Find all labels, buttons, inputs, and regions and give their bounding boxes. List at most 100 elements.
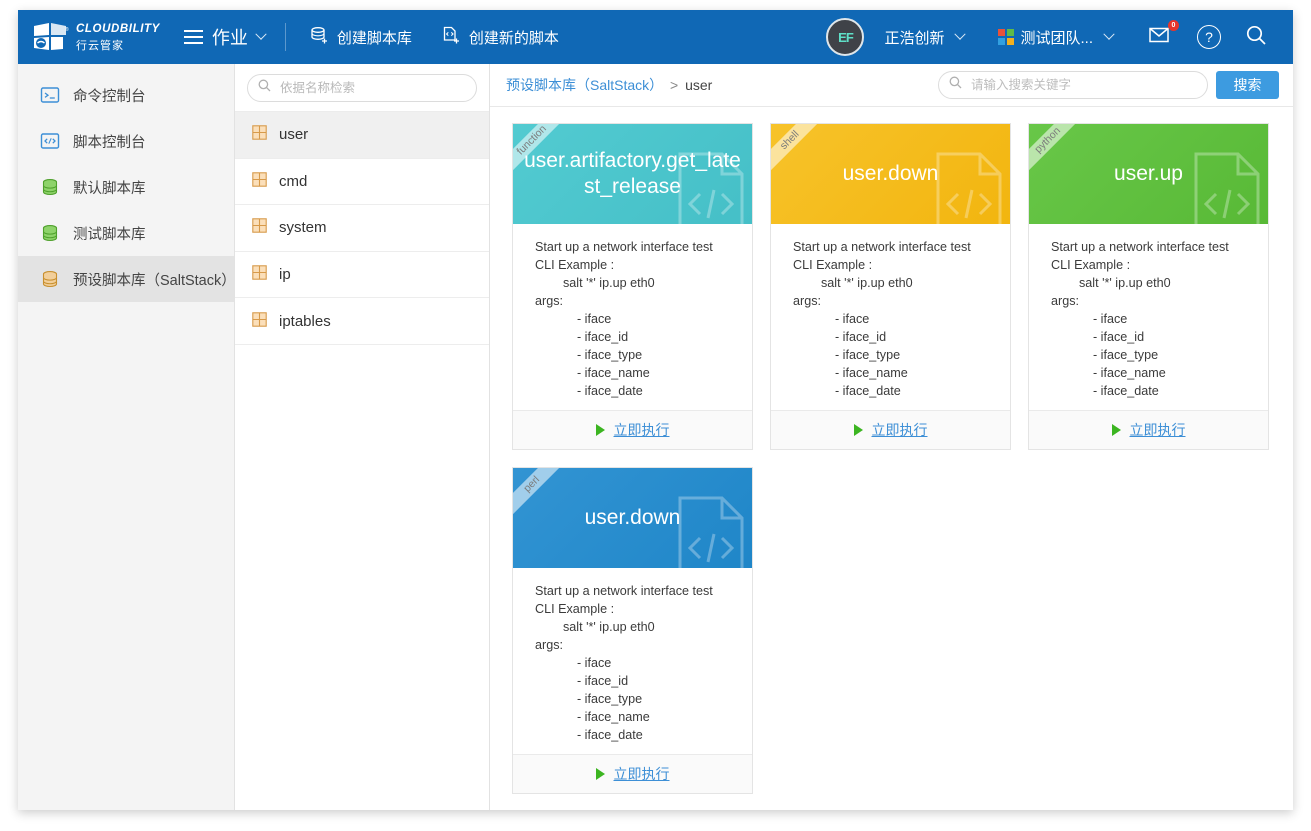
nav-job-label: 作业 — [212, 24, 248, 50]
card-title: user.down — [585, 505, 681, 531]
svg-text:®: ® — [65, 26, 69, 33]
question-mark-icon: ? — [1197, 25, 1221, 49]
keyword-search-box[interactable] — [938, 71, 1208, 99]
help-button[interactable]: ? — [1187, 19, 1231, 55]
run-now-label: 立即执行 — [614, 764, 670, 784]
run-now-button[interactable]: 立即执行 — [771, 410, 1010, 449]
mail-badge: 0 — [1168, 20, 1179, 31]
list-item-label: iptables — [279, 313, 331, 330]
group-search-container — [235, 64, 489, 112]
sidebar-item-preset-library-saltstack[interactable]: 预设脚本库（SaltStack） — [18, 256, 234, 302]
sidebar-item-default-library[interactable]: 默认脚本库 — [18, 164, 234, 210]
team-name-label: 测试团队... — [1020, 27, 1093, 48]
list-item-cmd[interactable]: cmd — [235, 159, 489, 206]
create-script-library-label: 创建脚本库 — [337, 27, 412, 48]
card-header: perl user.down — [513, 468, 752, 568]
avatar-initials: EF — [838, 30, 853, 45]
sidebar-item-test-library[interactable]: 测试脚本库 — [18, 210, 234, 256]
card-header: python user.up — [1029, 124, 1268, 224]
org-switcher[interactable]: 正浩创新 — [876, 21, 972, 54]
card-title: user.down — [843, 161, 939, 187]
file-code-watermark-icon — [676, 494, 746, 568]
breadcrumb-root[interactable]: 预设脚本库（SaltStack） — [506, 77, 663, 93]
run-now-label: 立即执行 — [872, 420, 928, 440]
create-script-library-button[interactable]: 创建脚本库 — [300, 20, 422, 55]
list-item-label: user — [279, 126, 308, 143]
list-item-ip[interactable]: ip — [235, 252, 489, 299]
script-cards-grid: function user.artifactory.get_latest_rel… — [512, 123, 1293, 794]
script-card[interactable]: perl user.down Start — [512, 467, 753, 794]
list-item-label: cmd — [279, 173, 307, 190]
avatar[interactable]: EF — [826, 18, 864, 56]
script-group-list-column: user cmd — [235, 64, 490, 810]
keyword-search-input[interactable] — [969, 77, 1197, 93]
card-description: Start up a network interface test CLI Ex… — [513, 224, 752, 410]
create-new-script-button[interactable]: 创建新的脚本 — [432, 20, 569, 55]
breadcrumb-separator: > — [670, 77, 678, 93]
list-item-user[interactable]: user — [235, 112, 489, 159]
topbar-right-group: EF 正浩创新 测试团队... — [826, 17, 1293, 57]
sidebar: 命令控制台 脚本控制台 — [18, 64, 235, 810]
card-ribbon: shell — [771, 124, 830, 180]
card-ribbon: python — [1029, 124, 1088, 180]
script-cards-area: function user.artifactory.get_latest_rel… — [490, 107, 1293, 810]
list-item-label: system — [279, 219, 327, 236]
file-code-watermark-icon — [934, 150, 1004, 224]
script-card[interactable]: function user.artifactory.get_latest_rel… — [512, 123, 753, 450]
run-now-button[interactable]: 立即执行 — [1029, 410, 1268, 449]
sidebar-item-command-console[interactable]: 命令控制台 — [18, 72, 234, 118]
database-orange-icon — [40, 269, 60, 289]
main-header-right: 搜索 — [938, 71, 1279, 99]
sidebar-item-label: 脚本控制台 — [73, 131, 146, 152]
org-name-label: 正浩创新 — [884, 27, 944, 48]
card-title: user.artifactory.get_latest_release — [523, 148, 742, 199]
card-description: Start up a network interface test CLI Ex… — [513, 568, 752, 754]
hamburger-icon — [184, 30, 203, 44]
file-code-watermark-icon — [1192, 150, 1262, 224]
sidebar-item-label: 命令控制台 — [73, 85, 146, 106]
breadcrumb-current: user — [685, 77, 712, 93]
card-title: user.up — [1114, 161, 1183, 187]
list-item-system[interactable]: system — [235, 205, 489, 252]
brand-text: CLOUDBILITY 行云管家 — [76, 20, 160, 54]
group-search-box[interactable] — [247, 74, 477, 102]
topbar-divider — [285, 23, 286, 51]
card-description: Start up a network interface test CLI Ex… — [771, 224, 1010, 410]
play-icon — [596, 768, 605, 780]
grid-module-icon — [252, 172, 267, 191]
search-icon — [258, 79, 271, 97]
run-now-button[interactable]: 立即执行 — [513, 410, 752, 449]
database-green-icon — [40, 177, 60, 197]
play-icon — [1112, 424, 1121, 436]
file-code-plus-icon — [442, 26, 461, 49]
run-now-button[interactable]: 立即执行 — [513, 754, 752, 793]
group-search-input[interactable] — [278, 80, 466, 96]
list-item-iptables[interactable]: iptables — [235, 298, 489, 345]
mail-button[interactable]: 0 — [1137, 17, 1183, 57]
windows-tiles-icon — [998, 29, 1014, 45]
main-header: 预设脚本库（SaltStack） > user — [490, 64, 1293, 107]
create-new-script-label: 创建新的脚本 — [469, 27, 559, 48]
run-now-label: 立即执行 — [1130, 420, 1186, 440]
sidebar-item-label: 测试脚本库 — [73, 223, 146, 244]
cloudbility-logo-icon: ® — [32, 22, 70, 52]
play-icon — [854, 424, 863, 436]
chevron-down-icon — [1103, 29, 1114, 40]
top-navigation-bar: ® CLOUDBILITY 行云管家 作业 — [18, 10, 1293, 64]
terminal-icon — [40, 85, 60, 105]
database-plus-icon — [310, 26, 329, 49]
chevron-down-icon — [955, 29, 966, 40]
sidebar-item-script-console[interactable]: 脚本控制台 — [18, 118, 234, 164]
global-search-button[interactable] — [1235, 18, 1277, 57]
app-window: ® CLOUDBILITY 行云管家 作业 — [18, 10, 1293, 810]
breadcrumb: 预设脚本库（SaltStack） > user — [506, 75, 712, 95]
card-header: shell user.down — [771, 124, 1010, 224]
grid-module-icon — [252, 218, 267, 237]
search-button[interactable]: 搜索 — [1216, 71, 1279, 99]
script-card[interactable]: shell user.down Star — [770, 123, 1011, 450]
team-switcher[interactable]: 测试团队... — [990, 21, 1121, 54]
body-container: 命令控制台 脚本控制台 — [18, 64, 1293, 810]
script-card[interactable]: python user.up Start — [1028, 123, 1269, 450]
nav-job-menu[interactable]: 作业 — [178, 20, 271, 54]
brand-logo[interactable]: ® CLOUDBILITY 行云管家 — [32, 20, 160, 54]
